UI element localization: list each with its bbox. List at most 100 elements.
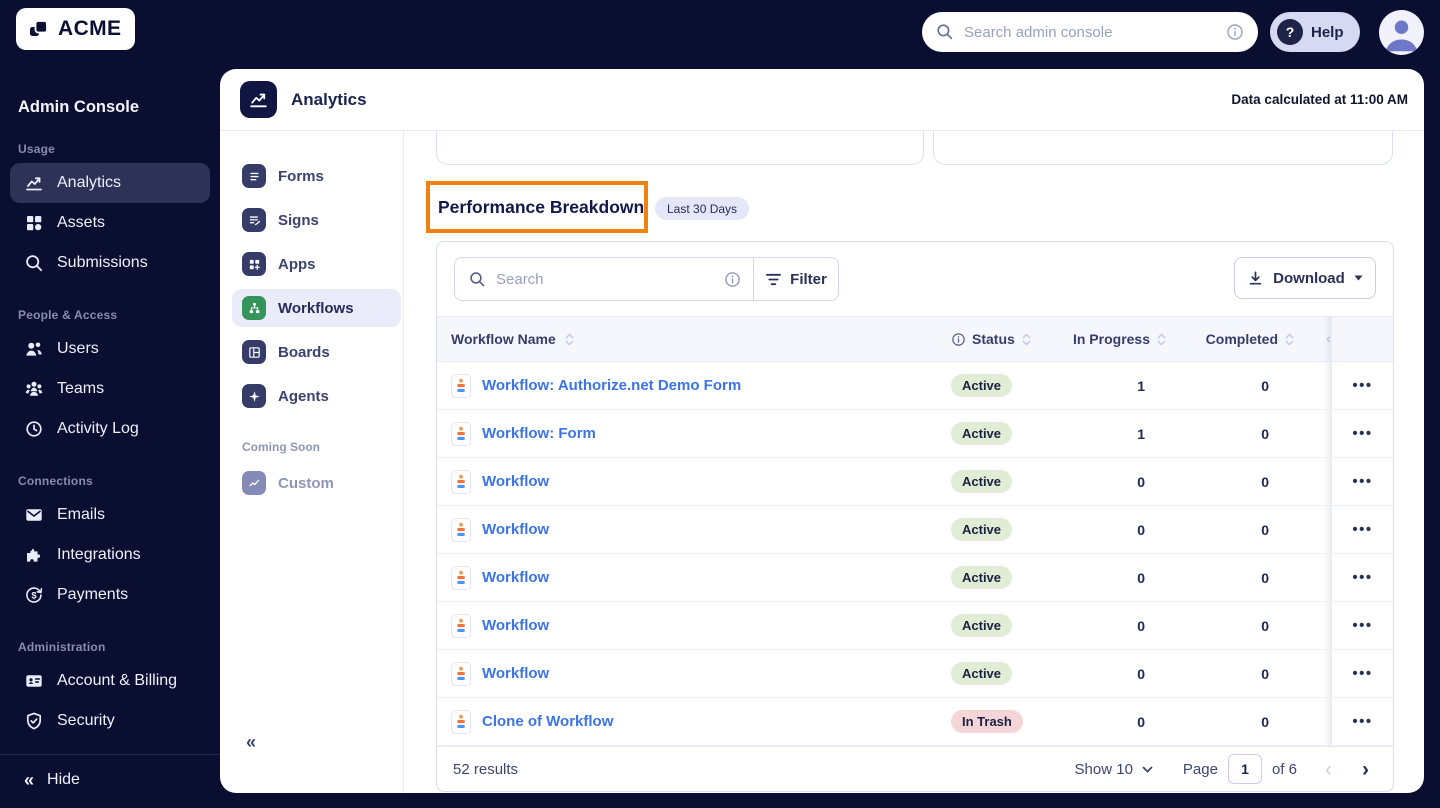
- annotation-highlight-box: Performance Breakdown: [426, 181, 648, 233]
- forms-icon: [242, 164, 266, 188]
- search-icon: [26, 255, 43, 272]
- workflow-name-link[interactable]: Workflow: [482, 521, 549, 538]
- row-actions-button[interactable]: •••: [1352, 665, 1372, 682]
- workflow-name-link[interactable]: Workflow: [482, 665, 549, 682]
- results-count: 52 results: [453, 760, 519, 778]
- workflow-name-cell: Clone of Workflow: [437, 709, 937, 734]
- column-header-workflow-name[interactable]: Workflow Name: [437, 331, 937, 347]
- table-row: Workflow: Form Active 1 0 •••: [437, 410, 1393, 458]
- nav-item-apps[interactable]: Apps: [232, 245, 401, 283]
- svg-text:$: $: [31, 590, 37, 601]
- nav-item-workflows[interactable]: Workflows: [232, 289, 401, 327]
- help-button[interactable]: ? Help: [1270, 12, 1360, 52]
- nav-item-custom[interactable]: Custom: [232, 464, 401, 502]
- actions-cell: •••: [1323, 554, 1393, 601]
- nav-item-agents[interactable]: Agents: [232, 377, 401, 415]
- actions-cell: •••: [1323, 506, 1393, 553]
- table-row: Workflow Active 0 0 •••: [437, 554, 1393, 602]
- sidebar-item-submissions[interactable]: Submissions: [10, 243, 210, 283]
- puzzle-icon: [27, 548, 41, 562]
- page-number-input[interactable]: [1227, 754, 1262, 784]
- global-search-input[interactable]: [964, 23, 1216, 41]
- in-progress-value: 0: [1137, 665, 1145, 682]
- nav-item-signs[interactable]: Signs: [232, 201, 401, 239]
- actions-cell: •••: [1323, 698, 1393, 745]
- workflow-name-link[interactable]: Workflow: Authorize.net Demo Form: [482, 377, 741, 394]
- column-header-status[interactable]: Status: [937, 331, 1052, 347]
- section-label-usage: Usage: [18, 142, 56, 156]
- filter-button[interactable]: Filter: [754, 258, 838, 300]
- assets-icon: [27, 216, 42, 231]
- workflow-icon: [451, 517, 471, 542]
- data-calculated-note: Data calculated at 11:00 AM: [1231, 92, 1408, 107]
- sidebar-item-emails[interactable]: Emails: [10, 495, 210, 535]
- analytics-content: Performance Breakdown Last 30 Days Searc…: [405, 131, 1424, 793]
- sidebar-item-users[interactable]: Users: [10, 329, 210, 369]
- logo-icon: [27, 17, 51, 41]
- workflow-icon: [451, 661, 471, 686]
- analytics-app-icon: [240, 81, 277, 118]
- sidebar-item-assets[interactable]: Assets: [10, 203, 210, 243]
- column-header-in-progress[interactable]: In Progress: [1052, 331, 1177, 347]
- avatar[interactable]: [1379, 10, 1424, 55]
- table-search[interactable]: [455, 258, 754, 300]
- sidebar-item-integrations[interactable]: Integrations: [10, 535, 210, 575]
- sidebar-item-payments[interactable]: $ Payments: [10, 575, 210, 615]
- table-footer: 52 results Show 10 Page of 6 ‹ ›: [437, 746, 1393, 791]
- person-icon: [1385, 20, 1418, 52]
- status-badge: Active: [951, 374, 1013, 397]
- workflow-name-link[interactable]: Workflow: Form: [482, 425, 596, 442]
- row-actions-button[interactable]: •••: [1352, 521, 1372, 538]
- workflow-name-link[interactable]: Workflow: [482, 617, 549, 634]
- row-actions-button[interactable]: •••: [1352, 713, 1372, 730]
- workflow-name-link[interactable]: Workflow: [482, 473, 549, 490]
- boards-icon: [242, 340, 266, 364]
- info-icon[interactable]: [724, 271, 741, 288]
- status-badge: Active: [951, 470, 1013, 493]
- envelope-icon: [26, 509, 42, 521]
- row-actions-button[interactable]: •••: [1352, 425, 1372, 442]
- workflow-name-cell: Workflow: Form: [437, 421, 937, 446]
- completed-value: 0: [1261, 425, 1269, 442]
- workflow-name-cell: Workflow: [437, 469, 937, 494]
- sidebar-item-analytics[interactable]: Analytics: [10, 163, 210, 203]
- next-page-button[interactable]: ›: [1362, 759, 1369, 780]
- signs-icon: [242, 208, 266, 232]
- date-range-badge: Last 30 Days: [655, 197, 750, 220]
- download-button[interactable]: Download: [1234, 257, 1376, 299]
- previous-page-button[interactable]: ‹: [1325, 759, 1332, 780]
- row-actions-button[interactable]: •••: [1352, 569, 1372, 586]
- sidebar-item-security[interactable]: Security: [10, 701, 210, 741]
- workflow-name-cell: Workflow: Authorize.net Demo Form: [437, 373, 937, 398]
- global-search[interactable]: [922, 12, 1258, 52]
- workflow-icon: [451, 421, 471, 446]
- sidebar-item-account-billing[interactable]: Account & Billing: [10, 661, 210, 701]
- metric-card-partial: [436, 131, 924, 165]
- table-search-input[interactable]: [496, 270, 714, 288]
- status-badge: Active: [951, 614, 1013, 637]
- page-size-select[interactable]: Show 10: [1075, 761, 1153, 778]
- status-badge: Active: [951, 662, 1013, 685]
- section-label-people: People & Access: [18, 308, 118, 322]
- row-actions-button[interactable]: •••: [1352, 377, 1372, 394]
- status-cell: Active: [937, 566, 1052, 589]
- id-card-icon: [26, 675, 42, 687]
- in-progress-value: 0: [1137, 569, 1145, 586]
- sidebar-item-teams[interactable]: Teams: [10, 369, 210, 409]
- workflow-name-link[interactable]: Clone of Workflow: [482, 713, 613, 730]
- row-actions-button[interactable]: •••: [1352, 617, 1372, 634]
- nav-item-boards[interactable]: Boards: [232, 333, 401, 371]
- logo[interactable]: ACME: [16, 8, 136, 50]
- workflow-name-link[interactable]: Workflow: [482, 569, 549, 586]
- nav-item-forms[interactable]: Forms: [232, 157, 401, 195]
- info-icon: [952, 332, 965, 346]
- info-icon[interactable]: [1226, 23, 1244, 41]
- status-cell: In Trash: [937, 710, 1052, 733]
- column-header-completed[interactable]: Completed: [1177, 331, 1305, 347]
- row-actions-button[interactable]: •••: [1352, 473, 1372, 490]
- workflow-name-cell: Workflow: [437, 613, 937, 638]
- nav-collapse-button[interactable]: «: [246, 733, 256, 751]
- sidebar-hide-button[interactable]: « Hide: [0, 760, 220, 800]
- product-nav: Forms Signs Apps Workflows Boards Agents…: [220, 131, 404, 793]
- sidebar-item-activity-log[interactable]: Activity Log: [10, 409, 210, 449]
